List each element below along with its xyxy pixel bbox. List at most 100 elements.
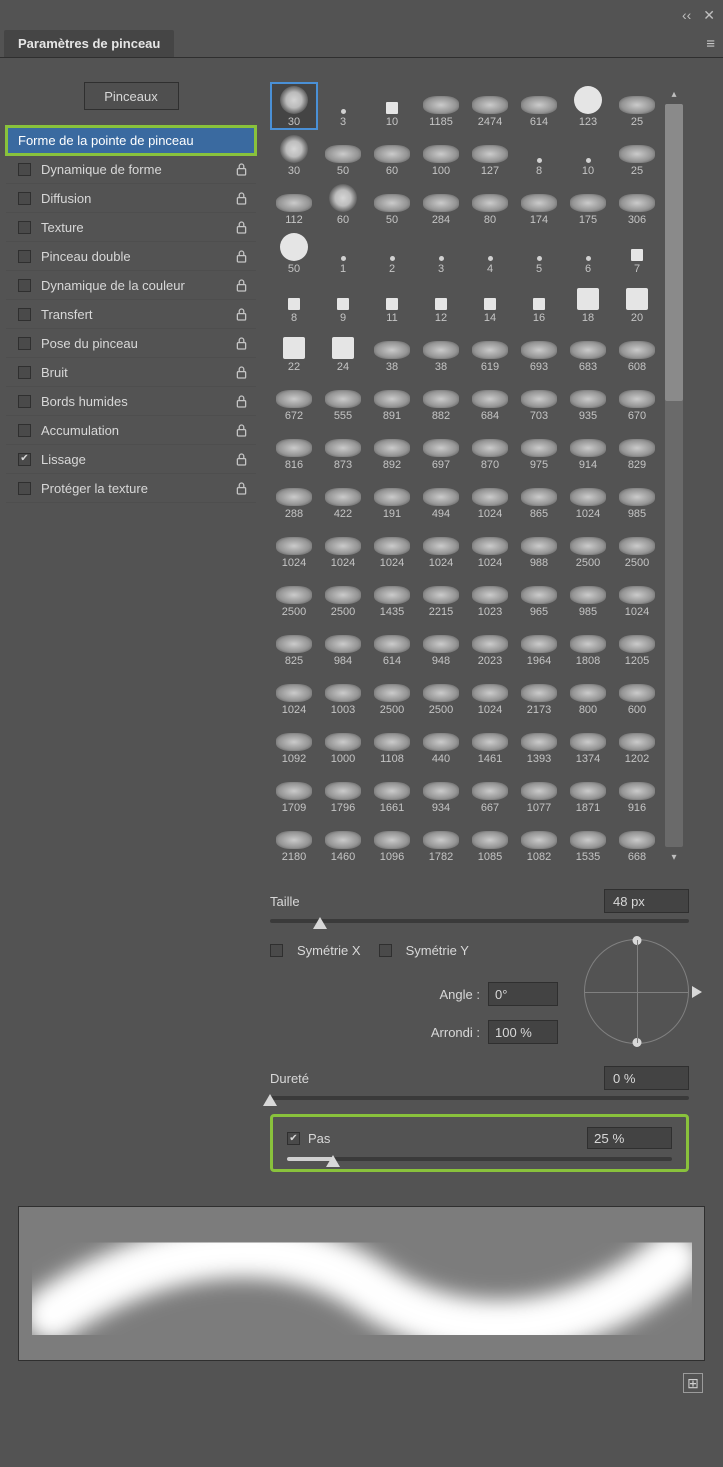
setting-row[interactable]: Bords humides <box>6 387 256 416</box>
brush-preset[interactable]: 1460 <box>319 817 367 865</box>
setting-row[interactable]: Dynamique de la couleur <box>6 271 256 300</box>
brush-preset[interactable]: 1661 <box>368 768 416 816</box>
lock-icon[interactable] <box>234 336 248 350</box>
brush-preset[interactable]: 1108 <box>368 719 416 767</box>
brush-preset[interactable]: 975 <box>515 425 563 473</box>
brush-preset[interactable]: 1871 <box>564 768 612 816</box>
brush-preset[interactable]: 672 <box>270 376 318 424</box>
brush-preset[interactable]: 494 <box>417 474 465 522</box>
brush-preset[interactable]: 614 <box>515 82 563 130</box>
setting-checkbox[interactable] <box>18 337 31 350</box>
setting-row[interactable]: Accumulation <box>6 416 256 445</box>
brush-preset[interactable]: 892 <box>368 425 416 473</box>
close-icon[interactable]: ✕ <box>703 7 715 24</box>
brush-preset[interactable]: 619 <box>466 327 514 375</box>
brush-preset[interactable]: 1024 <box>466 670 514 718</box>
brush-preset[interactable]: 1085 <box>466 817 514 865</box>
setting-row[interactable]: Dynamique de forme <box>6 155 256 184</box>
setting-checkbox[interactable] <box>18 192 31 205</box>
brush-preset[interactable]: 914 <box>564 425 612 473</box>
brush-preset[interactable]: 2500 <box>319 572 367 620</box>
new-preset-icon[interactable]: ⊞ <box>683 1373 703 1393</box>
setting-checkbox[interactable] <box>18 395 31 408</box>
brush-preset[interactable]: 693 <box>515 327 563 375</box>
brush-preset[interactable]: 829 <box>613 425 661 473</box>
brush-preset[interactable]: 555 <box>319 376 367 424</box>
spacing-checkbox[interactable] <box>287 1132 300 1145</box>
brush-preset[interactable]: 1024 <box>613 572 661 620</box>
brush-preset[interactable]: 1393 <box>515 719 563 767</box>
setting-checkbox[interactable] <box>18 424 31 437</box>
lock-icon[interactable] <box>234 249 248 263</box>
brush-preset[interactable]: 1096 <box>368 817 416 865</box>
brush-preset[interactable]: 1461 <box>466 719 514 767</box>
brush-preset[interactable]: 988 <box>515 523 563 571</box>
brush-preset[interactable]: 3 <box>417 229 465 277</box>
brush-preset[interactable]: 1535 <box>564 817 612 865</box>
brush-preset[interactable]: 60 <box>319 180 367 228</box>
brush-preset[interactable]: 1077 <box>515 768 563 816</box>
brush-preset[interactable]: 1082 <box>515 817 563 865</box>
brush-preset[interactable]: 10 <box>564 131 612 179</box>
lock-icon[interactable] <box>234 365 248 379</box>
brush-preset[interactable]: 882 <box>417 376 465 424</box>
brush-preset[interactable]: 703 <box>515 376 563 424</box>
brush-preset[interactable]: 683 <box>564 327 612 375</box>
brush-preset[interactable]: 100 <box>417 131 465 179</box>
setting-checkbox[interactable] <box>18 250 31 263</box>
brush-preset[interactable]: 2500 <box>613 523 661 571</box>
tab-brush-settings[interactable]: Paramètres de pinceau <box>4 30 174 57</box>
setting-checkbox[interactable] <box>18 482 31 495</box>
brush-preset[interactable]: 5 <box>515 229 563 277</box>
brush-preset[interactable]: 38 <box>368 327 416 375</box>
setting-row[interactable]: Lissage <box>6 445 256 474</box>
brush-preset[interactable]: 1024 <box>466 474 514 522</box>
brush-preset[interactable]: 1808 <box>564 621 612 669</box>
brush-preset[interactable]: 288 <box>270 474 318 522</box>
brush-preset[interactable]: 60 <box>368 131 416 179</box>
brush-preset[interactable]: 2215 <box>417 572 465 620</box>
brush-preset[interactable]: 20 <box>613 278 661 326</box>
brush-preset[interactable]: 6 <box>564 229 612 277</box>
flip-y-checkbox[interactable] <box>379 944 392 957</box>
brush-preset[interactable]: 12 <box>417 278 465 326</box>
size-input[interactable] <box>604 889 689 913</box>
brush-preset[interactable]: 865 <box>515 474 563 522</box>
brush-preset[interactable]: 2500 <box>417 670 465 718</box>
spacing-slider[interactable] <box>287 1157 672 1161</box>
brush-preset[interactable]: 1 <box>319 229 367 277</box>
brush-preset[interactable]: 1024 <box>270 670 318 718</box>
lock-icon[interactable] <box>234 423 248 437</box>
setting-row[interactable]: Bruit <box>6 358 256 387</box>
brush-preset[interactable]: 175 <box>564 180 612 228</box>
panel-menu-icon[interactable]: ≡ <box>706 35 715 52</box>
angle-input[interactable] <box>488 982 558 1006</box>
brush-preset[interactable]: 127 <box>466 131 514 179</box>
brush-preset[interactable]: 422 <box>319 474 367 522</box>
setting-row[interactable]: Texture <box>6 213 256 242</box>
brush-preset[interactable]: 50 <box>368 180 416 228</box>
brush-preset[interactable]: 1024 <box>368 523 416 571</box>
brush-preset[interactable]: 965 <box>515 572 563 620</box>
brush-preset[interactable]: 123 <box>564 82 612 130</box>
brush-preset[interactable]: 50 <box>319 131 367 179</box>
brush-preset[interactable]: 873 <box>319 425 367 473</box>
size-slider[interactable] <box>270 919 689 923</box>
brush-preset[interactable]: 1185 <box>417 82 465 130</box>
brush-preset[interactable]: 174 <box>515 180 563 228</box>
brush-preset[interactable]: 984 <box>319 621 367 669</box>
brush-preset[interactable]: 870 <box>466 425 514 473</box>
brush-preset[interactable]: 1024 <box>564 474 612 522</box>
brush-preset[interactable]: 2180 <box>270 817 318 865</box>
brush-grid-scrollbar[interactable]: ▴ ▾ <box>665 82 683 865</box>
brush-preset[interactable]: 2500 <box>368 670 416 718</box>
brush-preset[interactable]: 30 <box>270 82 318 130</box>
brush-preset[interactable]: 4 <box>466 229 514 277</box>
brush-preset[interactable]: 1000 <box>319 719 367 767</box>
brush-preset[interactable]: 191 <box>368 474 416 522</box>
setting-row[interactable]: Protéger la texture <box>6 474 256 503</box>
brush-preset[interactable]: 1024 <box>466 523 514 571</box>
setting-checkbox[interactable] <box>18 308 31 321</box>
brush-preset[interactable]: 2474 <box>466 82 514 130</box>
brush-preset[interactable]: 684 <box>466 376 514 424</box>
